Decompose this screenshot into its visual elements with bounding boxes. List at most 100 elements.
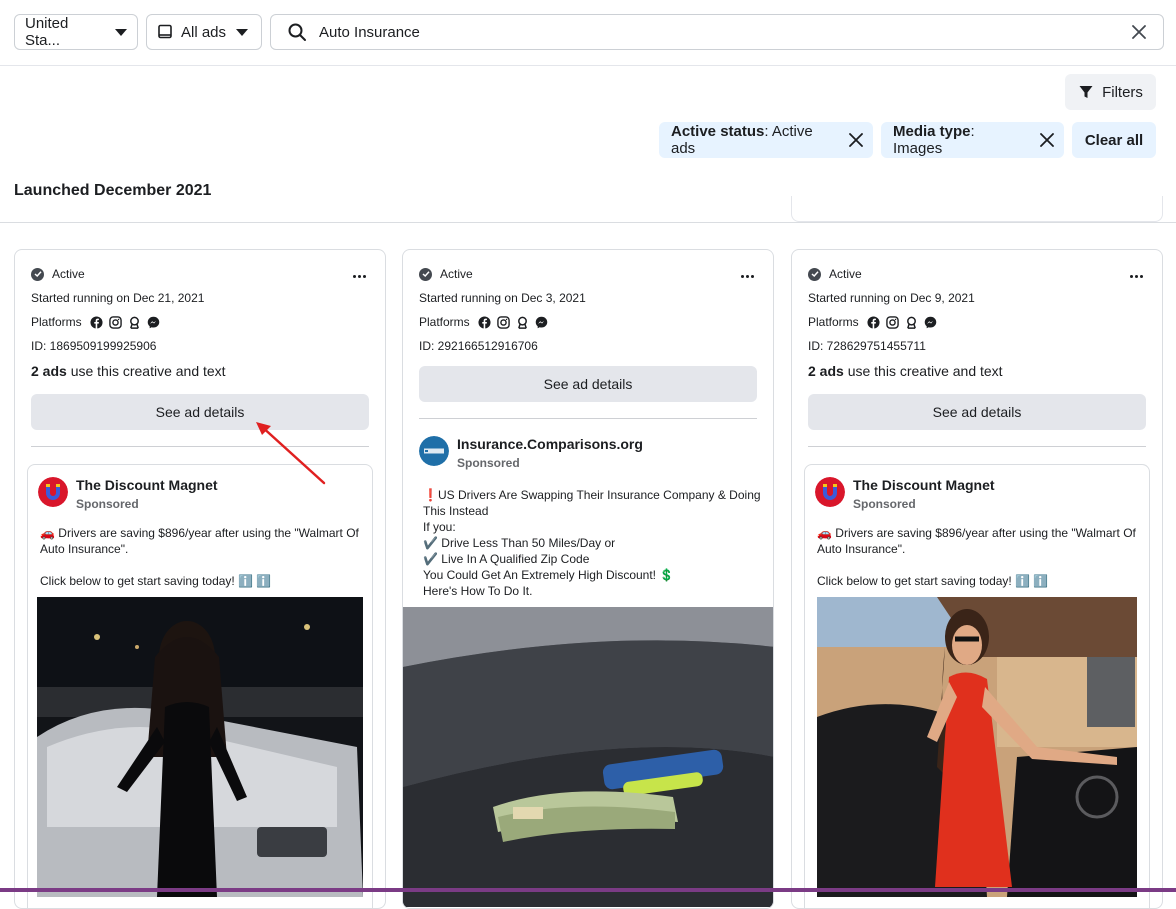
audience-network-icon: [517, 316, 527, 329]
ad-body-text: 🚗 Drivers are saving $896/year after usi…: [817, 526, 1136, 588]
chip-key: Media type: [893, 123, 971, 140]
started-running: Started running on Dec 9, 2021: [808, 291, 975, 305]
ad-card: Active Started running on Dec 3, 2021 Pl…: [402, 249, 774, 909]
card-divider: [419, 418, 757, 419]
advertiser-header: The Discount Magnet Sponsored: [815, 477, 995, 511]
ad-image[interactable]: [37, 597, 363, 897]
filter-icon: [1079, 86, 1093, 98]
chip-key: Active status: [671, 123, 765, 140]
ads-count-rest: use this creative and text: [843, 363, 1003, 379]
messenger-icon: [535, 316, 547, 328]
section-title: Launched December 2021: [14, 182, 212, 199]
audience-network-icon: [906, 316, 916, 329]
close-icon: [1132, 25, 1146, 39]
chip-label: Media type: Images: [893, 123, 1020, 157]
ad-card: Active Started running on Dec 9, 2021 Pl…: [791, 249, 1163, 909]
audience-network-icon: [129, 316, 139, 329]
instagram-icon: [496, 315, 510, 329]
advertiser-name[interactable]: The Discount Magnet: [853, 477, 995, 493]
status-row: Active: [808, 267, 862, 281]
ads-count-rest: use this creative and text: [66, 363, 226, 379]
status-label: Active: [440, 267, 473, 281]
tablet-icon: [158, 24, 172, 39]
platforms-label: Platforms: [808, 315, 859, 329]
chevron-down-icon: [115, 28, 127, 36]
ads-count-text: 2 ads use this creative and text: [31, 363, 226, 379]
previous-card-edge: [791, 196, 1163, 222]
filters-button[interactable]: Filters: [1065, 74, 1156, 110]
platforms-row: Platforms: [808, 315, 937, 329]
media-type-chip: Media type: Images: [881, 122, 1064, 158]
remove-active-status-filter-button[interactable]: [849, 133, 863, 147]
platforms-label: Platforms: [31, 315, 82, 329]
status-row: Active: [419, 267, 473, 281]
country-select-label: United Sta...: [25, 15, 69, 49]
card-divider: [808, 446, 1146, 447]
advertiser-header: The Discount Magnet Sponsored: [38, 477, 218, 511]
ads-count-bold: 2 ads: [808, 363, 844, 379]
clear-all-button[interactable]: Clear all: [1072, 122, 1156, 158]
ad-preview: The Discount Magnet Sponsored 🚗 Drivers …: [804, 464, 1150, 908]
ad-card: Active Started running on Dec 21, 2021 P…: [14, 249, 386, 909]
platforms-row: Platforms: [419, 315, 548, 329]
ad-body-text: 🚗 Drivers are saving $896/year after usi…: [40, 526, 359, 588]
platform-icons: [867, 315, 937, 329]
search-icon: [288, 23, 306, 41]
sponsored-label: Sponsored: [76, 497, 139, 511]
close-icon: [1040, 133, 1054, 147]
platform-icons: [478, 315, 548, 329]
more-options-button[interactable]: [1124, 266, 1148, 286]
facebook-icon: [478, 315, 491, 329]
started-running: Started running on Dec 21, 2021: [31, 291, 205, 305]
advertiser-name[interactable]: Insurance.Comparisons.org: [457, 436, 643, 452]
more-options-button[interactable]: [735, 266, 759, 286]
search-input[interactable]: Auto Insurance: [319, 24, 1121, 41]
filters-button-label: Filters: [1102, 83, 1143, 101]
country-select[interactable]: United Sta...: [14, 14, 138, 50]
ad-type-select[interactable]: All ads: [146, 14, 262, 50]
more-options-button[interactable]: [347, 266, 371, 286]
remove-media-type-filter-button[interactable]: [1040, 133, 1054, 147]
sponsored-label: Sponsored: [853, 497, 916, 511]
sponsored-label: Sponsored: [457, 456, 520, 470]
status-label: Active: [829, 267, 862, 281]
facebook-icon: [867, 315, 880, 329]
started-running: Started running on Dec 3, 2021: [419, 291, 586, 305]
chip-label: Active status: Active ads: [671, 123, 829, 157]
platforms-row: Platforms: [31, 315, 160, 329]
clear-search-button[interactable]: [1121, 14, 1157, 50]
check-circle-icon: [419, 267, 432, 281]
ad-id: ID: 1869509199925906: [31, 339, 157, 353]
platforms-label: Platforms: [419, 315, 470, 329]
annotation-arrow: [256, 422, 326, 485]
ad-image[interactable]: [817, 597, 1137, 897]
advertiser-header: Insurance.Comparisons.org Sponsored: [419, 436, 643, 470]
ads-count-bold: 2 ads: [31, 363, 67, 379]
advertiser-avatar[interactable]: [419, 436, 449, 466]
close-icon: [849, 133, 863, 147]
see-ad-details-button[interactable]: See ad details: [808, 394, 1146, 430]
messenger-icon: [147, 316, 159, 328]
bottom-strip: [0, 888, 1176, 892]
advertiser-name[interactable]: The Discount Magnet: [76, 477, 218, 493]
messenger-icon: [924, 316, 936, 328]
top-search-bar: United Sta... All ads Auto Insurance: [0, 0, 1176, 66]
ad-id: ID: 728629751455711: [808, 339, 926, 353]
instagram-icon: [108, 315, 122, 329]
ad-preview: The Discount Magnet Sponsored 🚗 Drivers …: [27, 464, 373, 908]
section-divider: [0, 222, 1176, 223]
instagram-icon: [885, 315, 899, 329]
ad-id: ID: 292166512916706: [419, 339, 538, 353]
advertiser-avatar[interactable]: [38, 477, 68, 507]
chevron-down-icon: [236, 28, 249, 36]
search-field[interactable]: Auto Insurance: [270, 14, 1164, 50]
see-ad-details-button[interactable]: See ad details: [419, 366, 757, 402]
status-label: Active: [52, 267, 85, 281]
check-circle-icon: [808, 267, 821, 281]
ad-type-select-label: All ads: [181, 23, 227, 41]
ad-image[interactable]: [403, 607, 773, 907]
platform-icons: [90, 315, 160, 329]
facebook-icon: [90, 315, 103, 329]
status-row: Active: [31, 267, 85, 281]
advertiser-avatar[interactable]: [815, 477, 845, 507]
